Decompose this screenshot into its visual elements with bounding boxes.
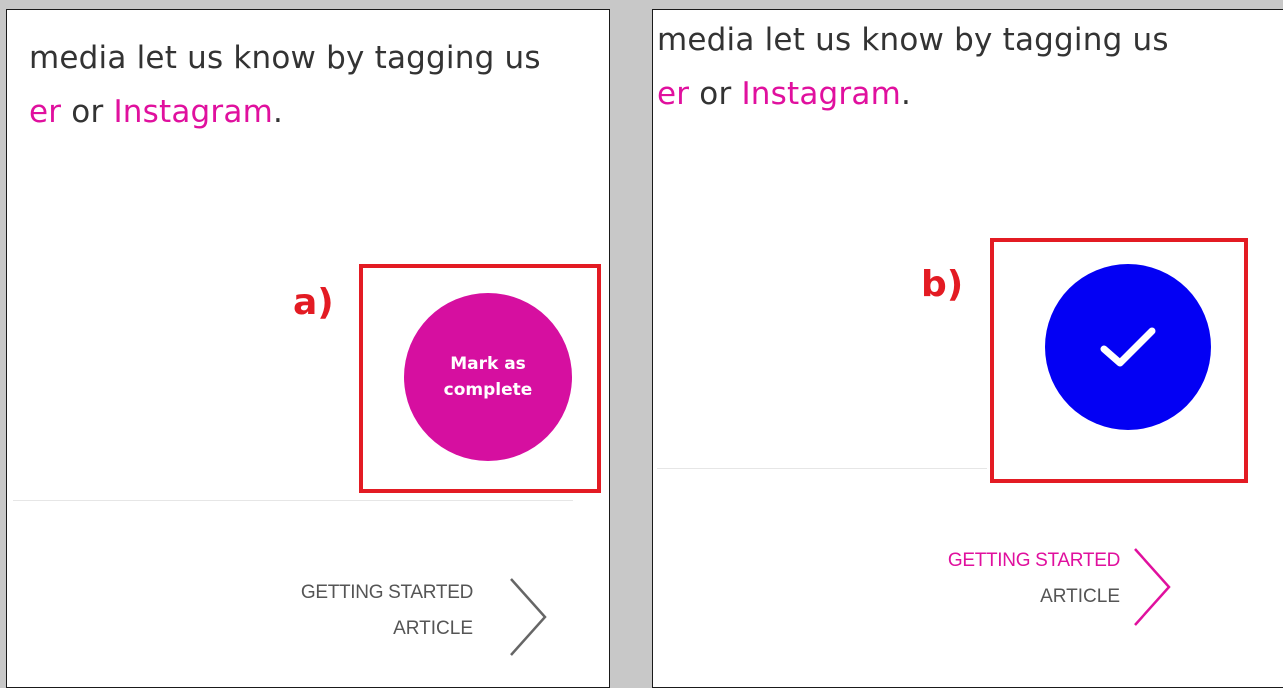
mark-as-complete-label: Mark as complete (444, 351, 533, 403)
body-text-line-1: media let us know by tagging us (29, 40, 541, 76)
panel-a: media let us know by tagging us er or In… (6, 9, 610, 688)
button-label-line-2: complete (443, 380, 533, 400)
next-article-type: ARTICLE (393, 618, 473, 639)
body-text-line-1: media let us know by tagging us (657, 22, 1169, 58)
button-label-line-1: Mark as (450, 354, 526, 374)
body-text: . (900, 76, 912, 112)
body-text: or (689, 76, 742, 112)
body-text: . (272, 94, 284, 130)
instagram-link[interactable]: Instagram (113, 94, 273, 130)
next-article-category: GETTING STARTED (300, 582, 473, 603)
divider (657, 468, 987, 469)
annotation-label-b: b) (921, 264, 964, 305)
annotation-label-a: a) (293, 282, 334, 323)
next-article-category: GETTING STARTED (947, 550, 1120, 571)
next-article-link[interactable]: GETTING STARTED ARTICLE (173, 575, 473, 647)
body-text-line-2: er or Instagram. (657, 76, 911, 112)
body-text: media let us know by tagging us (657, 22, 1169, 58)
divider (13, 500, 573, 501)
next-article-link[interactable]: GETTING STARTED ARTICLE (820, 543, 1120, 615)
body-text: or (61, 94, 114, 130)
chevron-right-icon[interactable] (505, 575, 551, 659)
body-text: media let us know by tagging us (29, 40, 541, 76)
instagram-link[interactable]: Instagram (741, 76, 901, 112)
twitter-link-fragment[interactable]: er (657, 76, 689, 112)
body-text-line-2: er or Instagram. (29, 94, 283, 130)
twitter-link-fragment[interactable]: er (29, 94, 61, 130)
mark-as-complete-button[interactable]: Mark as complete (404, 293, 572, 461)
chevron-right-icon[interactable] (1129, 545, 1175, 629)
next-article-type: ARTICLE (1040, 586, 1120, 607)
panel-b: media let us know by tagging us er or In… (652, 9, 1283, 688)
checkmark-icon (1100, 327, 1156, 367)
completed-button[interactable] (1045, 264, 1211, 430)
